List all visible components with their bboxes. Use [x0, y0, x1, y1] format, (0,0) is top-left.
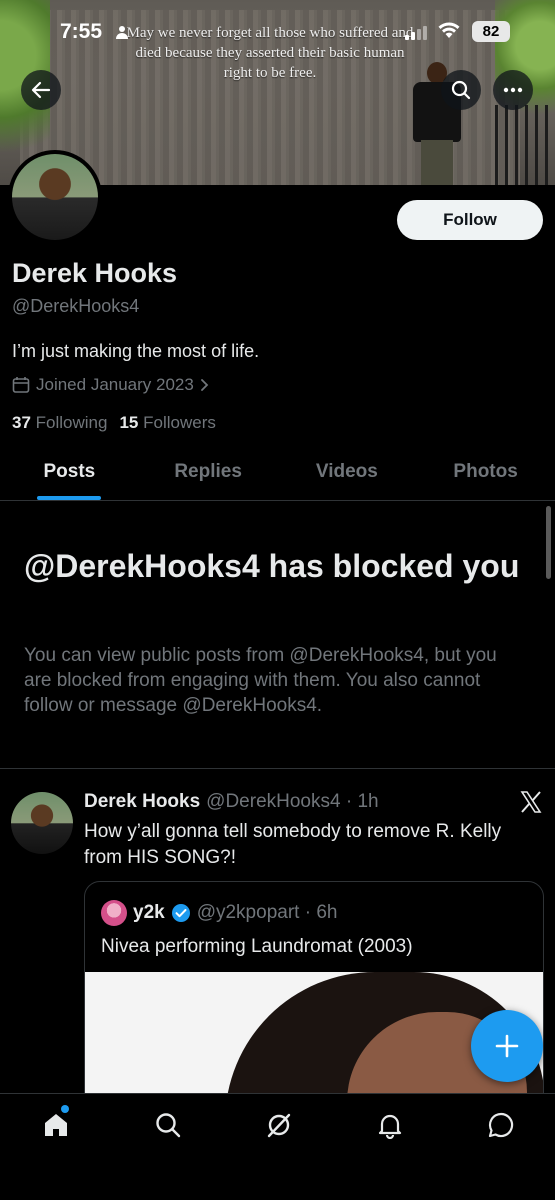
tweet-text: How y’all gonna tell somebody to remove … [84, 821, 502, 868]
quoted-handle-time: @y2kpopart · 6h [196, 902, 338, 923]
scrollbar[interactable] [546, 506, 551, 579]
bell-icon [378, 1114, 402, 1139]
tweet-handle-time: @DerekHooks4 · 1h [206, 791, 379, 812]
bottom-navigation [0, 1093, 555, 1200]
search-icon [451, 80, 471, 100]
search-icon [156, 1113, 181, 1138]
notification-dot [61, 1105, 69, 1113]
quoted-tweet-text: Nivea performing Laundromat (2003) [101, 936, 413, 957]
calendar-icon [12, 377, 30, 393]
following-link[interactable]: 37 Following [12, 413, 107, 433]
profile-handle: @DerekHooks4 [12, 296, 140, 316]
wifi-icon [438, 22, 460, 38]
quoted-tweet[interactable]: y2k @y2kpopart · 6h Nivea performing Lau… [84, 881, 544, 1111]
follow-stats: 37 Following 15 Followers [12, 413, 216, 433]
banner-fence [495, 105, 555, 185]
tab-videos[interactable]: Videos [278, 448, 417, 500]
blocked-message: You can view public posts from @DerekHoo… [24, 645, 497, 716]
person-icon [116, 26, 128, 39]
nav-notifications[interactable] [375, 1110, 405, 1140]
chevron-right-icon [200, 379, 209, 391]
tab-photos[interactable]: Photos [416, 448, 555, 500]
verified-badge-icon [171, 904, 190, 922]
status-time: 7:55 [60, 20, 103, 43]
tab-replies[interactable]: Replies [139, 448, 278, 500]
quoted-tweet-header: y2k @y2kpopart · 6h [101, 900, 337, 926]
profile-avatar[interactable] [8, 150, 102, 244]
status-bar: 7:55 82 [0, 0, 555, 60]
followers-count: 15 [119, 413, 139, 432]
grok-icon [267, 1113, 291, 1138]
message-icon [488, 1112, 514, 1138]
compose-button[interactable] [471, 1010, 543, 1082]
home-icon [45, 1114, 67, 1136]
more-icon [503, 87, 523, 93]
profile-display-name: Derek Hooks [12, 258, 178, 288]
following-label: Following [35, 413, 108, 432]
followers-link[interactable]: 15 Followers [119, 413, 215, 433]
back-button[interactable] [21, 70, 61, 110]
joined-text: Joined January 2023 [36, 375, 194, 394]
follow-button[interactable]: Follow [397, 200, 543, 240]
nav-grok[interactable] [264, 1110, 294, 1140]
plus-icon [495, 1034, 519, 1058]
following-count: 37 [12, 413, 31, 432]
tab-posts[interactable]: Posts [0, 448, 139, 500]
joined-date[interactable]: Joined January 2023 [12, 375, 210, 395]
x-logo-icon [520, 791, 542, 813]
tweet-header: Derek Hooks @DerekHooks4 · 1h [84, 791, 379, 813]
nav-messages[interactable] [486, 1110, 516, 1140]
search-button[interactable] [441, 70, 481, 110]
blocked-title: @DerekHooks4 has blocked you [24, 548, 520, 584]
cellular-signal-icon [405, 24, 427, 40]
nav-home[interactable] [41, 1110, 71, 1140]
avatar-image [12, 154, 98, 240]
quoted-author-avatar [101, 900, 127, 926]
divider [0, 768, 555, 769]
tweet-author-name[interactable]: Derek Hooks [84, 791, 200, 813]
tweet-author-avatar[interactable] [11, 792, 73, 854]
quoted-author-name: y2k [133, 902, 165, 923]
more-button[interactable] [493, 70, 533, 110]
battery-indicator: 82 [472, 21, 510, 42]
followers-label: Followers [143, 413, 216, 432]
profile-tabs: Posts Replies Videos Photos [0, 448, 555, 501]
profile-bio: I’m just making the most of life. [12, 341, 260, 361]
arrow-left-icon [31, 81, 51, 99]
nav-search[interactable] [153, 1110, 183, 1140]
